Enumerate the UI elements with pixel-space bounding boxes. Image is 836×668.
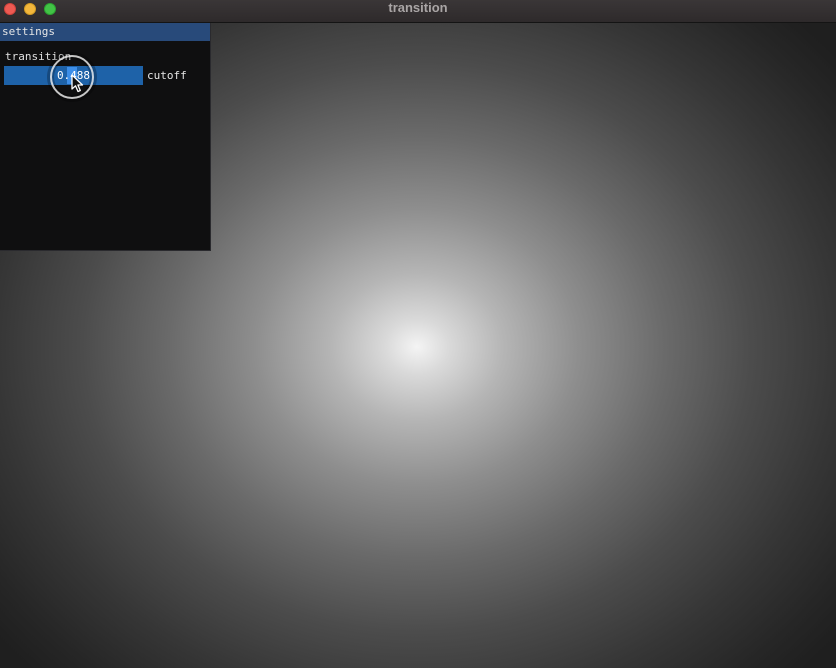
panel-title: settings — [2, 25, 55, 38]
slider-value: 0.488 — [56, 69, 91, 82]
window-title: transition — [388, 0, 448, 15]
group-label: transition — [5, 50, 72, 63]
cutoff-slider[interactable]: 0.488 — [4, 66, 143, 85]
slider-label: cutoff — [147, 69, 187, 82]
panel-header[interactable]: settings — [0, 23, 210, 41]
settings-panel: settings transition 0.488 cutoff — [0, 23, 211, 251]
title-bar[interactable]: transition — [0, 0, 836, 23]
app-window: transition settings transition 0.488 cut… — [0, 0, 836, 668]
